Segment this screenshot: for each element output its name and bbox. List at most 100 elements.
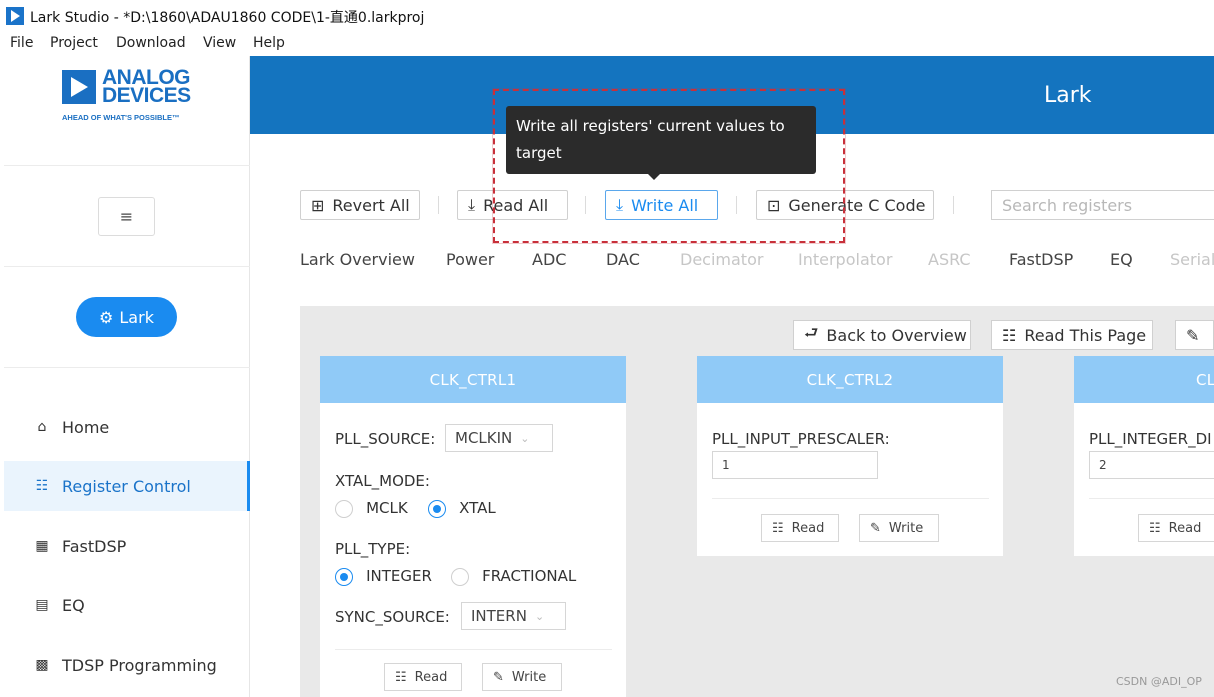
- sidebar-item-eq[interactable]: ▤ EQ: [4, 580, 250, 630]
- radio-integer-label: INTEGER: [366, 567, 432, 585]
- pll-source-value: MCLKIN: [455, 429, 513, 447]
- radio-fractional-circle[interactable]: [451, 567, 469, 586]
- download-icon: ⤓: [468, 195, 476, 214]
- tab-lark-overview[interactable]: Lark Overview: [300, 250, 415, 269]
- pll-source-select[interactable]: MCLKIN ⌄: [445, 424, 553, 452]
- back-to-overview-label: Back to Overview: [826, 325, 967, 345]
- radio-mclk[interactable]: MCLK: [335, 498, 408, 518]
- read-label: Read: [414, 669, 448, 685]
- radio-xtal[interactable]: XTAL: [428, 498, 496, 518]
- toolbar-separator: [438, 196, 439, 214]
- book-icon: ☷: [1002, 325, 1017, 345]
- sidebar-item-tdsp-programming[interactable]: ▩ TDSP Programming: [4, 640, 250, 690]
- write-label: Write: [511, 669, 547, 685]
- edit-icon: ✎: [1186, 325, 1200, 345]
- card2-read-button[interactable]: ☷ Read: [761, 514, 839, 542]
- toolbar-separator: [953, 196, 954, 214]
- card-divider: [335, 649, 612, 650]
- read-label: Read: [791, 520, 825, 536]
- tab-fastdsp[interactable]: FastDSP: [1009, 250, 1073, 269]
- book-icon: ☷: [1149, 520, 1161, 536]
- register-control-icon: ☷: [35, 478, 49, 494]
- write-this-page-button[interactable]: ✎: [1175, 320, 1214, 350]
- menu-view[interactable]: View: [203, 35, 236, 51]
- eq-icon: ▤: [35, 597, 49, 613]
- tab-eq[interactable]: EQ: [1110, 250, 1133, 269]
- gear-icon: ⚙: [99, 307, 114, 327]
- pll-input-prescaler-label: PLL_INPUT_PRESCALER:: [712, 430, 890, 448]
- register-card-clk-ctrl1: CLK_CTRL1: [320, 356, 626, 697]
- menu-fold-icon: ≡: [119, 207, 134, 226]
- header-title: Lark: [1044, 83, 1092, 108]
- fastdsp-icon: ▦: [35, 538, 49, 554]
- sidebar-item-label: Register Control: [62, 476, 191, 496]
- lark-device-label: Lark: [119, 307, 154, 327]
- sidebar-item-fastdsp[interactable]: ▦ FastDSP: [4, 521, 250, 571]
- analog-devices-logo-icon: [62, 70, 96, 104]
- xtal-mode-label: XTAL_MODE:: [335, 472, 430, 490]
- menu-download[interactable]: Download: [116, 35, 186, 51]
- pll-input-prescaler-input[interactable]: 1: [712, 451, 878, 479]
- radio-integer-circle[interactable]: [335, 567, 353, 586]
- tdsp-icon: ▩: [35, 657, 49, 673]
- sync-source-value: INTERN: [471, 607, 527, 625]
- radio-integer[interactable]: INTEGER: [335, 566, 432, 586]
- menu-file[interactable]: File: [10, 35, 33, 51]
- sidebar-divider: [4, 367, 250, 368]
- tab-interpolator[interactable]: Interpolator: [798, 250, 892, 269]
- card-title: CLK_CTRL2: [697, 356, 1003, 403]
- revert-all-label: Revert All: [332, 195, 410, 215]
- card-divider: [712, 498, 989, 499]
- sidebar-item-label: EQ: [62, 595, 85, 615]
- radio-xtal-circle[interactable]: [428, 499, 446, 518]
- read-this-page-button[interactable]: ☷ Read This Page: [991, 320, 1153, 350]
- radio-mclk-label: MCLK: [366, 499, 408, 517]
- card-title: CLK: [1074, 356, 1214, 403]
- sidebar-item-register-control[interactable]: ☷ Register Control: [4, 461, 250, 511]
- menu-project[interactable]: Project: [50, 35, 98, 51]
- tab-power[interactable]: Power: [446, 250, 494, 269]
- brand-tagline: AHEAD OF WHAT'S POSSIBLE™: [62, 113, 180, 122]
- card1-write-button[interactable]: ✎ Write: [482, 663, 562, 691]
- annotation-highlight-box: [492, 88, 846, 244]
- read-label: Read: [1168, 520, 1202, 536]
- search-registers-input[interactable]: [991, 190, 1214, 220]
- radio-fractional[interactable]: FRACTIONAL: [451, 566, 576, 586]
- tab-serial[interactable]: Serial: [1170, 250, 1214, 269]
- app-logo-icon: [6, 7, 24, 25]
- tab-dac[interactable]: DAC: [606, 250, 640, 269]
- chevron-down-icon: ⌄: [520, 431, 530, 445]
- write-label: Write: [888, 520, 924, 536]
- brand-logo: ANALOG DEVICES AHEAD OF WHAT'S POSSIBLE™: [62, 67, 252, 126]
- pll-integer-div-value: 2: [1099, 458, 1107, 472]
- sidebar-divider: [4, 266, 250, 267]
- radio-mclk-circle[interactable]: [335, 499, 353, 518]
- watermark: CSDN @ADI_OP: [1116, 675, 1202, 688]
- tab-decimator[interactable]: Decimator: [680, 250, 763, 269]
- pll-integer-div-label: PLL_INTEGER_DI: [1089, 430, 1212, 448]
- sidebar-item-home[interactable]: ⌂ Home: [4, 402, 250, 452]
- card2-write-button[interactable]: ✎ Write: [859, 514, 939, 542]
- lark-device-button[interactable]: ⚙ Lark: [76, 297, 177, 337]
- card-divider: [1089, 498, 1214, 499]
- edit-icon: ✎: [870, 520, 881, 536]
- card3-read-button[interactable]: ☷ Read: [1138, 514, 1214, 542]
- sidebar-toggle-button[interactable]: ≡: [98, 197, 155, 236]
- chevron-down-icon: ⌄: [534, 609, 545, 623]
- sidebar-divider: [4, 165, 250, 166]
- tab-asrc[interactable]: ASRC: [928, 250, 971, 269]
- back-arrow-icon: ⮐: [804, 322, 819, 342]
- pll-integer-div-input[interactable]: 2: [1089, 451, 1214, 479]
- menu-help[interactable]: Help: [253, 35, 285, 51]
- sync-source-select[interactable]: INTERN ⌄: [461, 602, 566, 630]
- card1-read-button[interactable]: ☷ Read: [384, 663, 462, 691]
- back-to-overview-button[interactable]: ⮐ Back to Overview: [793, 320, 971, 350]
- radio-fractional-label: FRACTIONAL: [482, 567, 577, 585]
- brand-line2: DEVICES: [102, 84, 191, 107]
- revert-all-button[interactable]: ⊞ Revert All: [300, 190, 420, 220]
- revert-icon: ⊞: [311, 195, 325, 215]
- radio-xtal-label: XTAL: [459, 499, 496, 517]
- card-title: CLK_CTRL1: [320, 356, 626, 403]
- book-icon: ☷: [395, 669, 407, 685]
- tab-adc[interactable]: ADC: [532, 250, 566, 269]
